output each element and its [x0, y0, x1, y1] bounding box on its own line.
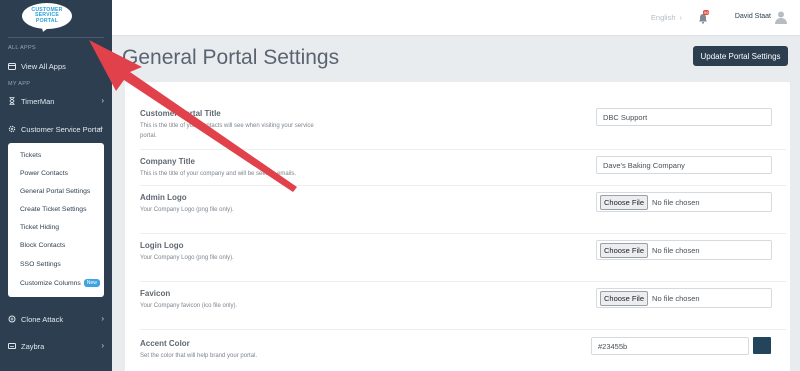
settings-card: Customer Portal Title This is the title …: [125, 82, 790, 371]
submenu-item-label: Customize Columns: [20, 280, 81, 287]
login-logo-file-input[interactable]: Choose File No file chosen: [596, 240, 772, 260]
chevron-right-icon: ›: [101, 96, 104, 105]
setting-row-favicon: Favicon Your Company favicon (ico file o…: [140, 282, 786, 330]
sidebar-item-clone-attack[interactable]: Clone Attack ›: [8, 312, 106, 326]
sidebar-item-label: View All Apps: [21, 61, 66, 71]
chevron-right-icon: ›: [101, 314, 104, 323]
setting-label: Login Logo: [140, 241, 184, 250]
update-portal-settings-button[interactable]: Update Portal Settings: [693, 46, 788, 66]
keyboard-icon: [8, 343, 16, 350]
logo-line-3: PORTAL: [35, 17, 59, 24]
file-status: No file chosen: [652, 245, 700, 255]
language-selector[interactable]: English ›: [651, 13, 682, 22]
notifications-button[interactable]: 99: [698, 10, 710, 24]
sidebar-item-customer-service-portal[interactable]: Customer Service Portal ›: [8, 122, 106, 136]
admin-logo-file-input[interactable]: Choose File No file chosen: [596, 192, 772, 212]
user-name[interactable]: David Staat: [735, 13, 771, 20]
sidebar: CUSTOMER SERVICE PORTAL ALL APPS View Al…: [0, 0, 112, 371]
setting-row-admin-logo: Admin Logo Your Company Logo (png file o…: [140, 186, 786, 234]
sidebar-item-label: TimerMan: [21, 96, 55, 106]
setting-label: Customer Portal Title: [140, 109, 221, 118]
sidebar-item-zaybra[interactable]: Zaybra ›: [8, 339, 106, 353]
file-status: No file chosen: [652, 293, 700, 303]
submenu-item-customize-columns[interactable]: Customize Columns New: [20, 279, 100, 287]
submenu-item-general-portal-settings[interactable]: General Portal Settings: [20, 188, 90, 195]
choose-file-button[interactable]: Choose File: [600, 242, 649, 258]
setting-label: Favicon: [140, 289, 171, 298]
section-my-app: MY APP: [8, 81, 31, 87]
submenu-item-tickets[interactable]: Tickets: [20, 152, 41, 159]
sidebar-item-label: Clone Attack: [21, 314, 64, 324]
choose-file-button[interactable]: Choose File: [600, 290, 649, 306]
user-icon: [775, 11, 787, 24]
company-title-input[interactable]: Dave's Baking Company: [596, 156, 772, 174]
submenu-item-create-ticket-settings[interactable]: Create Ticket Settings: [20, 206, 87, 213]
choose-file-button[interactable]: Choose File: [600, 194, 649, 210]
apps-icon: [8, 62, 16, 70]
sidebar-item-label: Customer Service Portal: [21, 124, 103, 134]
setting-label: Admin Logo: [140, 193, 187, 202]
chevron-right-icon: ›: [101, 341, 104, 350]
notification-count-badge: 99: [703, 10, 710, 15]
chevron-right-icon: ›: [679, 13, 683, 22]
setting-description: This is the title of your contacts will …: [140, 123, 314, 139]
file-status: No file chosen: [652, 197, 700, 207]
chevron-down-icon: ›: [97, 127, 107, 130]
portal-title-input[interactable]: DBC Support: [596, 108, 772, 126]
section-all-apps: ALL APPS: [8, 45, 36, 51]
submenu-item-power-contacts[interactable]: Power Contacts: [20, 170, 68, 177]
setting-row-company-title: Company Title This is the title of your …: [140, 150, 786, 186]
setting-label: Accent Color: [140, 339, 190, 348]
setting-description: Your Company Logo (png file only).: [140, 255, 234, 261]
gear-icon: [8, 125, 16, 133]
customer-service-portal-logo[interactable]: CUSTOMER SERVICE PORTAL: [22, 3, 72, 34]
sidebar-item-view-all-apps[interactable]: View All Apps: [8, 59, 106, 73]
top-bar: English › 99 David Staat: [112, 0, 800, 36]
sidebar-item-label: Zaybra: [21, 341, 45, 351]
setting-row-accent-color: Accent Color Set the color that will hel…: [140, 330, 786, 370]
setting-description: Your Company Logo (png file only).: [140, 207, 234, 213]
favicon-file-input[interactable]: Choose File No file chosen: [596, 288, 772, 308]
setting-row-login-logo: Login Logo Your Company Logo (png file o…: [140, 234, 786, 282]
new-badge: New: [83, 279, 100, 287]
setting-description: This is the title of your company and wi…: [140, 171, 297, 177]
setting-description: Your Company favicon (ico file only).: [140, 303, 238, 309]
setting-label: Company Title: [140, 157, 195, 166]
clone-icon: [8, 315, 16, 323]
portal-submenu: Tickets Power Contacts General Portal Se…: [8, 143, 104, 297]
setting-row-portal-title: Customer Portal Title This is the title …: [140, 102, 786, 150]
language-label: English: [650, 13, 676, 22]
sidebar-item-timerman[interactable]: TimerMan ›: [8, 94, 106, 108]
submenu-item-ticket-hiding[interactable]: Ticket Hiding: [20, 224, 59, 231]
sidebar-divider: [8, 37, 104, 38]
page-title: General Portal Settings: [122, 46, 340, 69]
submenu-item-block-contacts[interactable]: Block Contacts: [20, 242, 65, 249]
accent-color-input[interactable]: #23455b: [591, 337, 749, 355]
setting-description: Set the color that will help brand your …: [140, 353, 258, 359]
submenu-item-sso-settings[interactable]: SSO Settings: [20, 261, 61, 268]
user-avatar[interactable]: [774, 10, 788, 24]
accent-color-swatch[interactable]: [753, 337, 771, 354]
hourglass-icon: [8, 97, 16, 105]
